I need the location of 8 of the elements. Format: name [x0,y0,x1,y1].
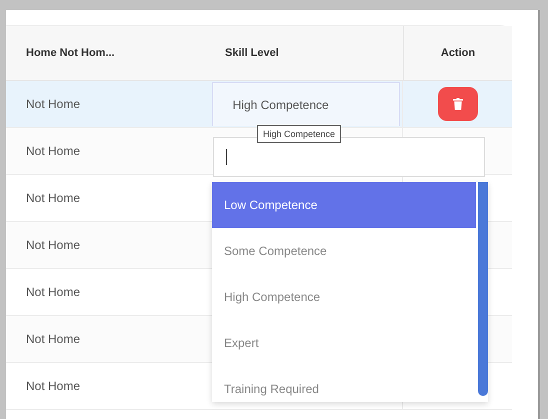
table-cell: Not Home [26,144,80,158]
table-cell: Not Home [26,285,80,299]
table-cell: Not Home [26,379,80,393]
table-cell: Not Home [26,238,80,252]
table-cell: Not Home [26,191,80,205]
table-cell: Not Home [26,332,80,346]
table-cell: Not Home [26,97,80,111]
tooltip: High Competence [257,125,342,143]
